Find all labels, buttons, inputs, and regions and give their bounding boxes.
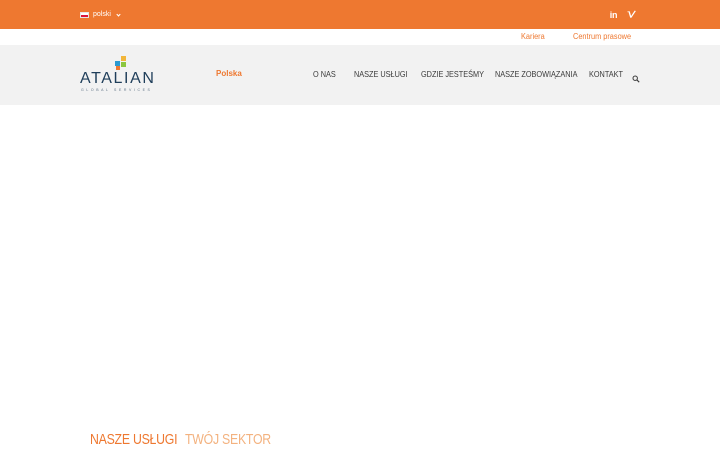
region-label[interactable]: Polska (216, 69, 242, 78)
poland-flag-icon (80, 12, 89, 18)
nav-commitments[interactable]: NASZE ZOBOWIĄZANIA (495, 69, 577, 79)
logo-tagline: GLOBAL SERVICES (81, 88, 153, 92)
nav-about[interactable]: O NAS (313, 69, 336, 79)
linkedin-icon[interactable]: in (608, 8, 619, 21)
press-center-link[interactable]: Centrum prasowe (573, 32, 631, 41)
chevron-down-icon (116, 11, 121, 17)
nav-services[interactable]: NASZE USŁUGI (354, 69, 408, 79)
nav-locations[interactable]: GDZIE JESTEŚMY (421, 69, 484, 79)
site-header: ATALIAN GLOBAL SERVICES Polska O NAS NAS… (0, 45, 720, 105)
tab-your-sector[interactable]: TWÓJ SEKTOR (185, 430, 271, 450)
logo-mark-icon (115, 56, 126, 70)
tab-our-services[interactable]: NASZE USŁUGI (90, 430, 178, 450)
language-label: polski (93, 11, 111, 18)
nav-contact[interactable]: KONTAKT (589, 69, 623, 79)
logo-wordmark: ATALIAN (80, 70, 156, 87)
career-link[interactable]: Kariera (521, 32, 545, 41)
language-selector[interactable]: polski (80, 9, 121, 21)
atalian-logo[interactable]: ATALIAN GLOBAL SERVICES (80, 56, 158, 96)
vimeo-icon[interactable] (626, 8, 637, 21)
utility-bar: Kariera Centrum prasowe (0, 29, 720, 45)
hero-area (0, 105, 720, 405)
top-bar: polski in (0, 0, 720, 29)
search-icon[interactable] (632, 70, 640, 83)
